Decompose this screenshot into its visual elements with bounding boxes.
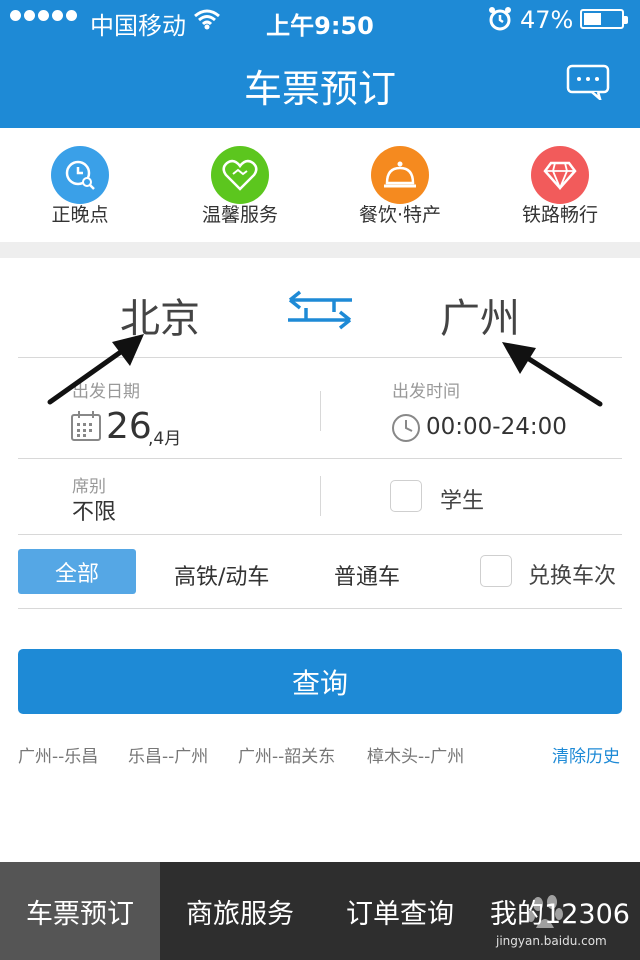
battery-icon [580,9,628,29]
baidu-paw-icon [527,895,563,928]
quick-nav-railway-pass[interactable]: 铁路畅行 [480,146,640,227]
quick-nav-label: 餐饮·特产 [358,204,442,226]
history-item[interactable]: 广州--乐昌 [18,742,98,767]
history-item[interactable]: 乐昌--广州 [128,742,208,767]
tab-business-travel[interactable]: 商旅服务 [160,862,320,960]
food-bell-icon [371,146,429,204]
quick-nav-care-service[interactable]: 温馨服务 [160,146,320,227]
swap-stations-icon[interactable] [276,290,364,330]
annotation-arrow-icon [502,342,603,407]
divider [18,534,622,535]
tab-order-query[interactable]: 订单查询 [320,862,480,960]
status-bar: 中国移动 上午9:50 47% [0,0,640,40]
train-type-normal[interactable]: 普通车 [334,559,400,591]
vertical-divider [320,391,321,431]
departure-month: ,4月 [148,429,182,449]
quick-nav-delay-status[interactable]: 正晚点 [0,146,160,227]
baidu-jingyan-watermark: jingyan.baidu.com [486,890,616,948]
train-type-all[interactable]: 全部 [18,549,136,594]
vertical-divider [320,476,321,516]
diamond-icon [531,146,589,204]
quick-nav-label: 温馨服务 [201,204,278,226]
train-type-high-speed[interactable]: 高铁/动车 [174,559,269,591]
quick-nav-label: 正晚点 [51,204,109,226]
exchange-train-checkbox[interactable] [480,555,512,587]
clock-icon [392,414,420,442]
heart-handshake-icon [211,146,269,204]
battery-percent: 47% [520,6,574,34]
history-item[interactable]: 广州--韶关东 [238,742,335,767]
watermark-url: jingyan.baidu.com [496,934,607,948]
exchange-train-label: 兑换车次 [528,564,617,589]
departure-time-label: 出发时间 [392,382,460,402]
clear-history-link[interactable]: 清除历史 [552,742,620,767]
quick-nav-food-specialty[interactable]: 餐饮·特产 [320,146,480,227]
quick-nav: 正晚点 温馨服务 餐饮·特产 铁路畅行 [0,128,640,242]
section-divider [0,242,640,258]
tab-ticket-booking[interactable]: 车票预订 [0,862,160,960]
app-header: 中国移动 上午9:50 47% 车票预订 [0,0,640,128]
clock-search-icon [51,146,109,204]
history-item[interactable]: 樟木头--广州 [367,742,464,767]
quick-nav-label: 铁路畅行 [521,204,598,226]
departure-day: 26 [106,406,152,447]
alarm-icon [489,7,511,31]
student-label: 学生 [440,489,485,514]
calendar-icon [71,411,101,441]
annotation-arrow-icon [47,334,144,405]
seat-type-value: 不限 [72,500,117,525]
divider [18,608,622,609]
message-icon[interactable] [566,64,610,100]
page-title: 车票预订 [243,67,396,111]
student-checkbox[interactable] [390,480,422,512]
query-button[interactable]: 查询 [18,649,622,714]
departure-time-range: 00:00-24:00 [426,414,567,440]
divider [18,458,622,459]
